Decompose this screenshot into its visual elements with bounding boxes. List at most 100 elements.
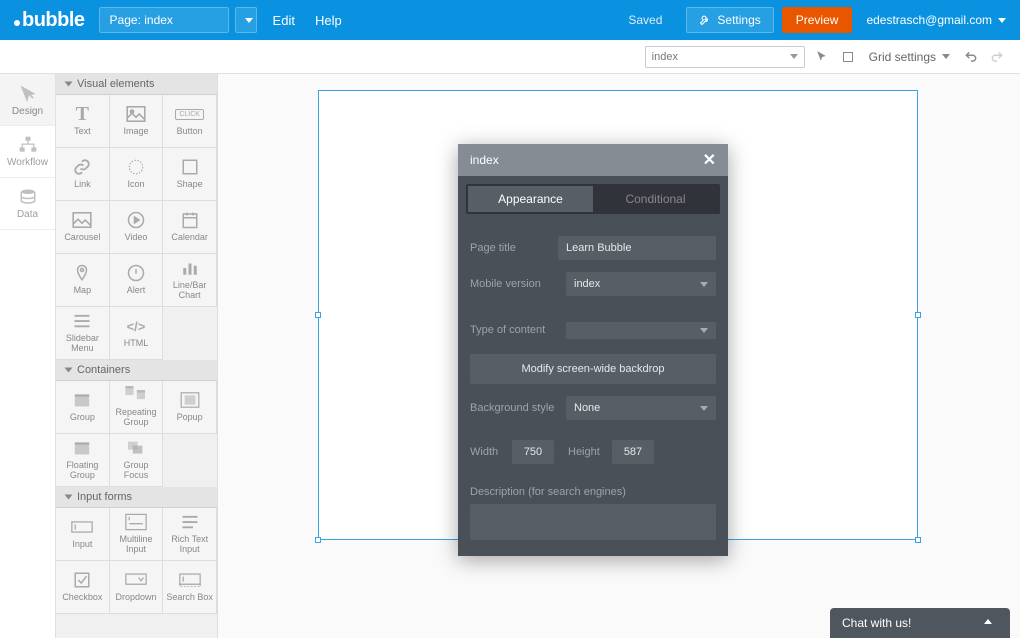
palette-section-visual-label: Visual elements — [77, 78, 154, 90]
settings-button[interactable]: Settings — [686, 7, 773, 33]
help-link[interactable]: Help — [315, 13, 342, 28]
palette-item-dropdown[interactable]: Dropdown — [110, 561, 164, 614]
chat-widget[interactable]: Chat with us! — [830, 608, 1010, 638]
fullscreen-icon[interactable] — [837, 46, 859, 68]
grid-settings-dropdown[interactable]: Grid settings — [869, 50, 950, 64]
palette-item-label: Repeating Group — [110, 408, 163, 428]
palette-item-calendar[interactable]: Calendar — [163, 201, 217, 254]
inspector-header[interactable]: index ✕ — [458, 144, 728, 176]
workflow-icon — [18, 136, 38, 154]
caret-down-icon — [942, 54, 950, 59]
palette-item-icon[interactable]: Icon — [110, 148, 164, 201]
palette-item-carousel[interactable]: Carousel — [56, 201, 110, 254]
palette-item-checkbox[interactable]: Checkbox — [56, 561, 110, 614]
palette-item-search-box[interactable]: Search Box — [163, 561, 217, 614]
background-style-select[interactable]: None — [566, 396, 716, 420]
user-email-label: edestrasch@gmail.com — [866, 13, 992, 27]
cursor-icon[interactable] — [811, 46, 833, 68]
close-icon[interactable]: ✕ — [703, 150, 716, 170]
palette-item-link[interactable]: Link — [56, 148, 110, 201]
type-of-content-label: Type of content — [470, 324, 566, 336]
slidebar-menu-icon — [73, 312, 91, 330]
nav-workflow[interactable]: Workflow — [0, 126, 55, 178]
page-dropdown[interactable]: index — [645, 46, 805, 68]
palette-item-shape[interactable]: Shape — [163, 148, 217, 201]
line-bar-chart-icon — [181, 259, 199, 277]
modify-backdrop-button[interactable]: Modify screen-wide backdrop — [470, 354, 716, 384]
palette-section-visual[interactable]: Visual elements — [56, 74, 217, 95]
map-icon — [73, 264, 91, 282]
palette-item-label: Dropdown — [113, 593, 158, 603]
user-menu[interactable]: edestrasch@gmail.com — [866, 13, 1006, 27]
resize-handle-br[interactable] — [915, 537, 921, 543]
palette-item-rich-text-input[interactable]: Rich Text Input — [163, 508, 217, 561]
palette-item-label: Icon — [125, 180, 146, 190]
type-of-content-select[interactable] — [566, 322, 716, 339]
height-label: Height — [568, 446, 612, 458]
palette-item-alert[interactable]: Alert — [110, 254, 164, 307]
palette-item-label: Video — [123, 233, 150, 243]
palette-item-label: Carousel — [62, 233, 102, 243]
mobile-version-value: index — [574, 278, 600, 290]
palette-item-label: Popup — [175, 413, 205, 423]
page-selector-dropdown[interactable] — [235, 7, 257, 33]
palette-section-containers[interactable]: Containers — [56, 360, 217, 381]
palette-item-input[interactable]: Input — [56, 508, 110, 561]
undo-icon[interactable] — [960, 46, 982, 68]
palette-item-label: Map — [72, 286, 94, 296]
description-label: Description (for search engines) — [470, 486, 716, 498]
alert-icon — [127, 264, 145, 282]
palette-item-map[interactable]: Map — [56, 254, 110, 307]
search-box-icon — [179, 571, 201, 589]
settings-label: Settings — [717, 13, 760, 27]
chat-label: Chat with us! — [842, 616, 911, 630]
palette-item-floating-group[interactable]: Floating Group — [56, 434, 110, 487]
palette-item-html[interactable]: </>HTML — [110, 307, 164, 360]
palette-item-label: Alert — [125, 286, 148, 296]
palette-item-label: HTML — [122, 339, 151, 349]
palette-item-label: Line/Bar Chart — [163, 281, 216, 301]
palette-item-group-focus[interactable]: Group Focus — [110, 434, 164, 487]
tab-conditional[interactable]: Conditional — [593, 186, 718, 212]
logo-text: bubble — [22, 9, 85, 32]
palette-item-video[interactable]: Video — [110, 201, 164, 254]
resize-handle-right[interactable] — [915, 312, 921, 318]
resize-handle-left[interactable] — [315, 312, 321, 318]
button-icon: CLICK — [175, 105, 204, 123]
input-icon — [71, 518, 93, 536]
palette-item-button[interactable]: CLICKButton — [163, 95, 217, 148]
nav-design[interactable]: Design — [0, 74, 55, 126]
mobile-version-select[interactable]: index — [566, 272, 716, 296]
rich-text-input-icon — [181, 513, 199, 531]
text-icon: T — [76, 105, 89, 123]
preview-button[interactable]: Preview — [782, 7, 853, 33]
palette-section-inputs[interactable]: Input forms — [56, 487, 217, 508]
palette-item-line-bar-chart[interactable]: Line/Bar Chart — [163, 254, 217, 307]
palette-item-text[interactable]: T Text — [56, 95, 110, 148]
resize-handle-bl[interactable] — [315, 537, 321, 543]
redo-icon[interactable] — [986, 46, 1008, 68]
top-bar: bubble Page: index Edit Help Saved Setti… — [0, 0, 1020, 40]
palette-item-label: Floating Group — [56, 461, 109, 481]
page-title-input[interactable] — [558, 236, 716, 260]
palette-item-slidebar-menu[interactable]: Slidebar Menu — [56, 307, 110, 360]
palette-item-popup[interactable]: Popup — [163, 381, 217, 434]
checkbox-icon — [73, 571, 91, 589]
edit-link[interactable]: Edit — [273, 13, 295, 28]
width-input[interactable] — [512, 440, 554, 464]
height-input[interactable] — [612, 440, 654, 464]
data-icon — [19, 188, 37, 206]
palette-item-image[interactable]: Image — [110, 95, 164, 148]
inspector-body: Page title Mobile version index Type of … — [458, 222, 728, 556]
palette-item-label: Image — [121, 127, 150, 137]
description-textarea[interactable] — [470, 504, 716, 540]
palette-item-repeating-group[interactable]: Repeating Group — [110, 381, 164, 434]
page-selector[interactable]: Page: index — [99, 7, 229, 33]
palette-item-label: Text — [72, 127, 93, 137]
palette-item-multiline-input[interactable]: Multiline Input — [110, 508, 164, 561]
nav-data[interactable]: Data — [0, 178, 55, 230]
tab-appearance[interactable]: Appearance — [468, 186, 593, 212]
palette-item-group[interactable]: Group — [56, 381, 110, 434]
floating-group-icon — [72, 439, 92, 457]
palette-item-label: Calendar — [169, 233, 210, 243]
